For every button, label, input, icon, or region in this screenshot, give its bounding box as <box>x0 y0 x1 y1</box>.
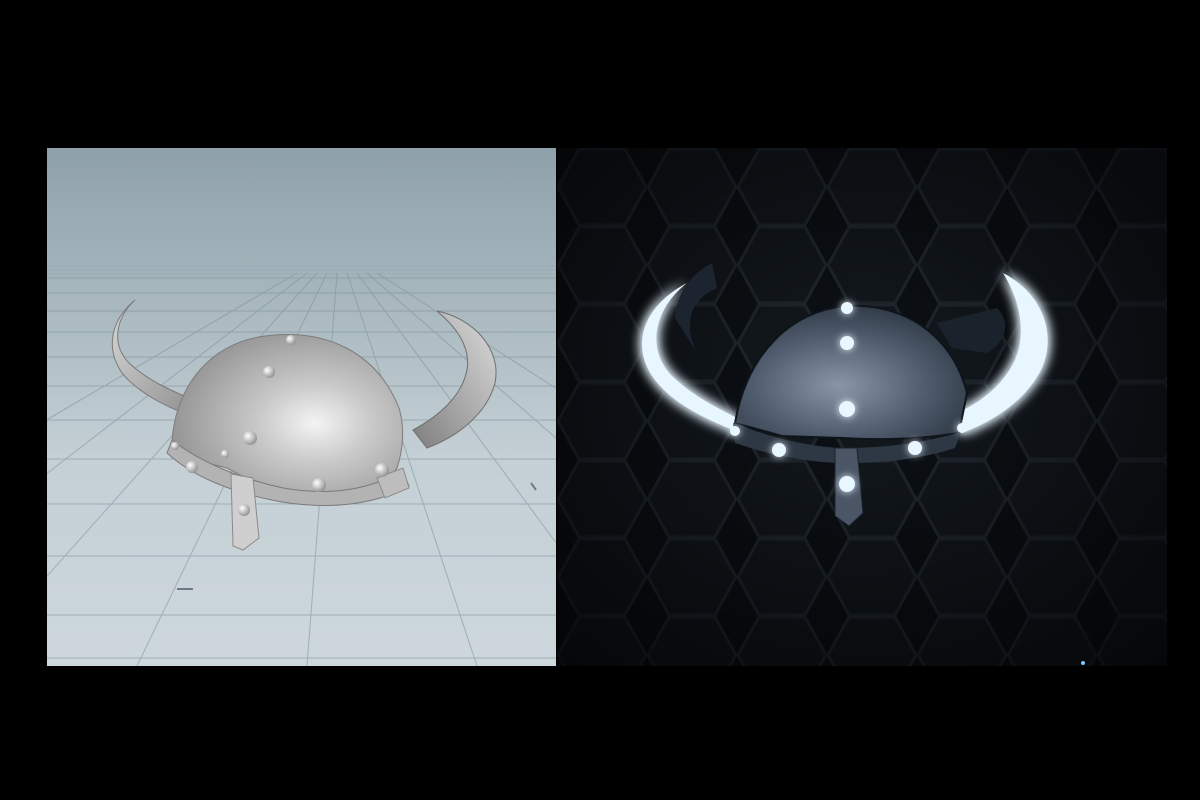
editor-viewport-canvas <box>47 265 556 666</box>
rivet-glow <box>908 441 922 455</box>
rivet-glow <box>841 302 853 314</box>
rivet-glow <box>730 426 740 436</box>
rivet-glow <box>840 336 854 350</box>
render-preview <box>557 148 1167 666</box>
rivet-glow <box>957 423 967 433</box>
rivet-glow <box>839 401 855 417</box>
rivet <box>186 461 198 473</box>
rivet <box>263 366 275 378</box>
floor-light-dot <box>1081 661 1085 665</box>
rivet <box>171 442 179 450</box>
rivet <box>375 463 389 477</box>
rivet <box>221 450 229 458</box>
rivet <box>312 478 326 492</box>
editor-viewport[interactable] <box>47 148 556 666</box>
rivet <box>238 504 250 516</box>
rivet <box>243 431 257 445</box>
helmet-model <box>111 299 497 551</box>
ground-grid-minor <box>47 265 556 275</box>
rivet <box>286 335 296 345</box>
rivet-glow <box>839 476 855 492</box>
rivet-glow <box>772 443 786 457</box>
render-preview-canvas <box>557 148 1167 666</box>
axis-marker <box>530 482 537 491</box>
